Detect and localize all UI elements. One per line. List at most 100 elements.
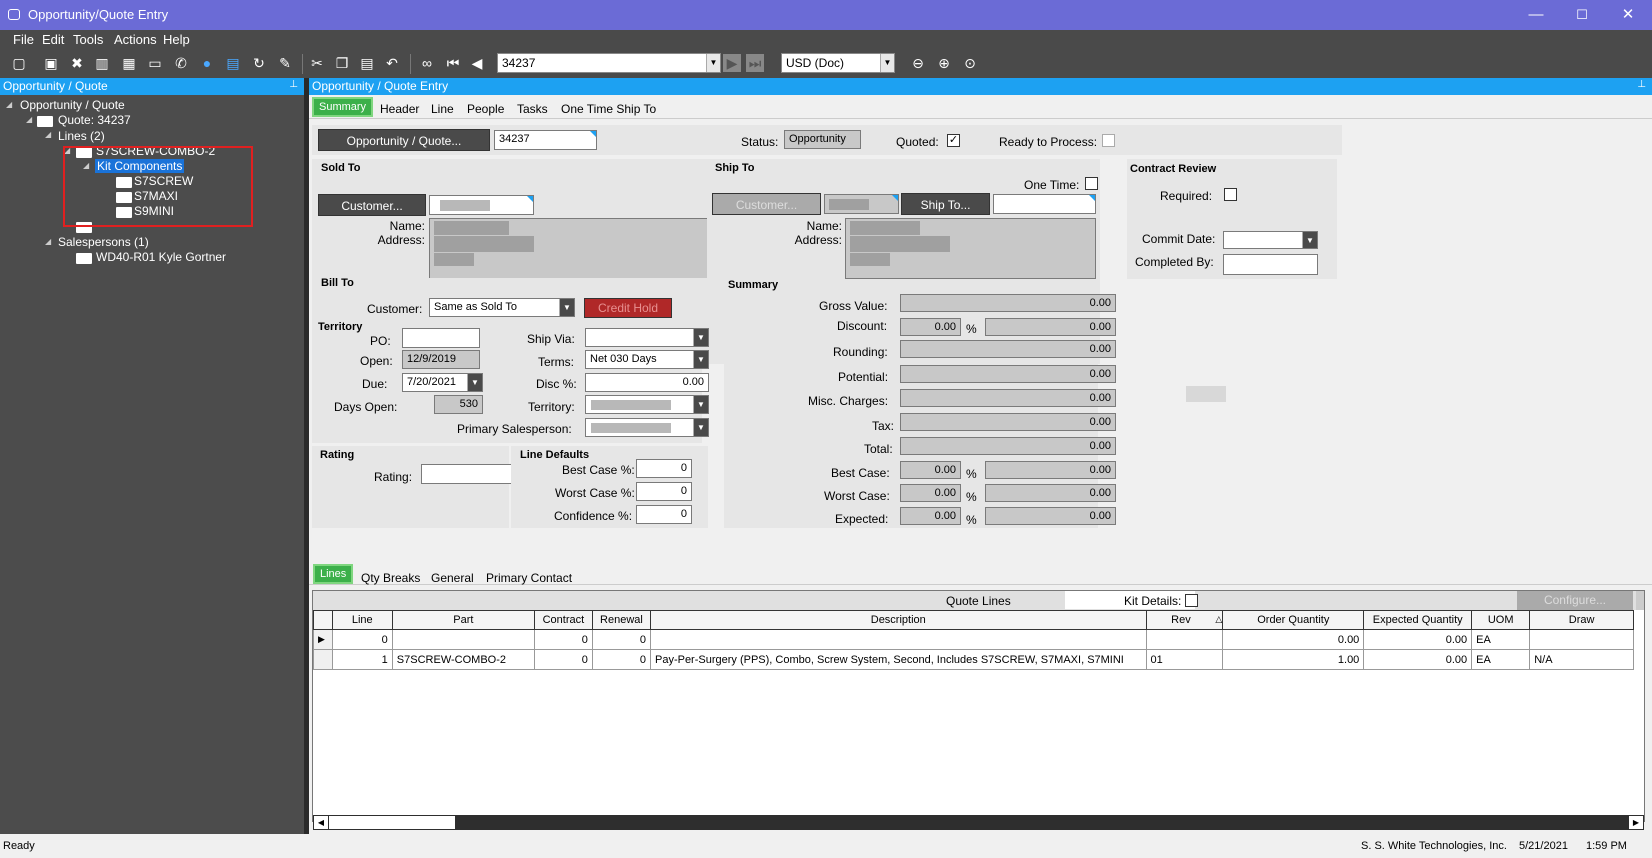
table-row[interactable]: 1 S7SCREW-COMBO-2 0 0 Pay-Per-Surgery (P…	[313, 649, 1634, 670]
row-selector[interactable]	[313, 649, 333, 670]
cell-line[interactable]: 1	[331, 649, 393, 670]
cell-order-quantity[interactable]: 1.00	[1222, 649, 1365, 670]
sold-to-customer-input[interactable]	[429, 195, 534, 215]
last-record-icon[interactable]: ⏭	[746, 54, 764, 72]
currency-select[interactable]: USD (Doc) ▼	[781, 53, 895, 73]
ship-to-id-input[interactable]	[993, 194, 1096, 214]
disc-input[interactable]: 0.00	[585, 373, 709, 392]
tab-summary[interactable]: Summary	[312, 97, 374, 117]
cell-description[interactable]	[649, 629, 1147, 650]
primary-salesperson-select[interactable]: ▼	[585, 418, 709, 437]
previous-record-icon[interactable]: ◀	[468, 54, 486, 72]
document-icon[interactable]: ▤	[224, 54, 242, 72]
credit-hold-button[interactable]: Credit Hold	[584, 298, 672, 318]
confidence-pct-input[interactable]: 0	[636, 505, 692, 524]
cell-part[interactable]	[391, 629, 535, 650]
cell-uom[interactable]: EA	[1471, 649, 1531, 670]
kit-details-checkbox[interactable]	[1185, 594, 1198, 607]
cell-uom[interactable]: EA	[1471, 629, 1531, 650]
grid-scroll-up[interactable]	[1636, 591, 1644, 610]
menu-tools[interactable]: Tools	[73, 32, 103, 47]
cell-line[interactable]: 0	[331, 629, 393, 650]
tab-header[interactable]: Header	[380, 102, 419, 116]
chevron-down-icon[interactable]: ▼	[1302, 232, 1317, 248]
note-icon[interactable]: ▭	[146, 54, 164, 72]
maximize-button[interactable]: ☐	[1559, 0, 1605, 30]
chevron-down-icon[interactable]: ▼	[706, 54, 720, 72]
cell-renewal[interactable]: 0	[591, 629, 651, 650]
best-case-pct-input[interactable]: 0	[636, 459, 692, 478]
save-icon[interactable]: ▣	[42, 54, 60, 72]
menu-help[interactable]: Help	[163, 32, 190, 47]
cell-draw[interactable]	[1529, 629, 1634, 650]
new-icon[interactable]: ▢	[10, 54, 28, 72]
chevron-down-icon[interactable]: ▼	[880, 54, 894, 72]
chevron-down-icon[interactable]: ▼	[693, 329, 708, 346]
close-button[interactable]: ✕	[1605, 0, 1651, 30]
expand-icon[interactable]: ◢	[45, 130, 51, 139]
clear-icon[interactable]: ✎	[276, 54, 294, 72]
cell-order-quantity[interactable]: 0.00	[1222, 629, 1365, 650]
quote-number-input[interactable]: 34237	[494, 130, 597, 150]
column-header-line[interactable]: Line	[331, 610, 393, 630]
ready-to-process-checkbox[interactable]	[1102, 134, 1115, 147]
minimize-button[interactable]: —	[1513, 0, 1559, 30]
paste-icon[interactable]: ▤	[358, 54, 376, 72]
back-icon[interactable]: ⊖	[909, 54, 927, 72]
opportunity-quote-button[interactable]: Opportunity / Quote...	[318, 129, 490, 151]
delete-icon[interactable]: ✖	[68, 54, 86, 72]
table-row[interactable]: ▶ 0 0 0 0.00 0.00 EA	[313, 629, 1634, 650]
tab-people[interactable]: People	[467, 102, 504, 116]
tree-node-salespersons[interactable]: Salespersons (1)	[58, 235, 149, 249]
scroll-left-icon[interactable]: ◀	[314, 816, 328, 829]
cell-expected-quantity[interactable]: 0.00	[1363, 629, 1473, 650]
tab-qty-breaks[interactable]: Qty Breaks	[361, 571, 420, 585]
sold-to-customer-button[interactable]: Customer...	[318, 194, 426, 216]
cell-contract[interactable]: 0	[533, 629, 593, 650]
tree-node-quote[interactable]: Quote: 34237	[58, 113, 131, 127]
po-input[interactable]	[402, 328, 480, 348]
home-icon[interactable]: ⊙	[961, 54, 979, 72]
column-header-rev[interactable]: Rev △	[1145, 610, 1224, 630]
book-icon[interactable]: ▥	[93, 54, 111, 72]
territory-select[interactable]: ▼	[585, 395, 709, 414]
menu-actions[interactable]: Actions	[114, 32, 157, 47]
ship-via-select[interactable]: ▼	[585, 328, 709, 347]
configure-button[interactable]: Configure...	[1517, 591, 1633, 610]
chevron-down-icon[interactable]: ▼	[693, 419, 708, 436]
tree-node-lines[interactable]: Lines (2)	[58, 129, 105, 143]
menu-edit[interactable]: Edit	[42, 32, 64, 47]
tab-line[interactable]: Line	[431, 102, 454, 116]
cut-icon[interactable]: ✂	[308, 54, 326, 72]
chevron-down-icon[interactable]: ▼	[467, 374, 482, 391]
quote-number-field[interactable]: 34237 ▼	[497, 53, 721, 73]
tree-node-salesperson[interactable]: WD40-R01 Kyle Gortner	[96, 250, 226, 264]
refresh-icon[interactable]: ↻	[250, 54, 268, 72]
horizontal-scrollbar[interactable]	[313, 815, 1644, 830]
scrollbar-thumb[interactable]	[329, 816, 455, 829]
grid-icon[interactable]: ▦	[120, 54, 138, 72]
first-record-icon[interactable]: ⏮	[444, 54, 462, 72]
cell-rev[interactable]: 01	[1145, 649, 1224, 670]
bill-to-customer-select[interactable]: Same as Sold To ▼	[429, 298, 575, 317]
scroll-right-icon[interactable]: ▶	[1629, 816, 1643, 829]
tab-general[interactable]: General	[431, 571, 474, 585]
forward-icon[interactable]: ⊕	[935, 54, 953, 72]
tab-lines[interactable]: Lines	[313, 564, 354, 584]
phone-icon[interactable]: ✆	[172, 54, 190, 72]
cell-part[interactable]: S7SCREW-COMBO-2	[391, 649, 535, 670]
chevron-down-icon[interactable]: ▼	[693, 351, 708, 368]
ship-to-customer-button[interactable]: Customer...	[712, 193, 821, 215]
undo-icon[interactable]: ↶	[383, 54, 401, 72]
cell-description[interactable]: Pay-Per-Surgery (PPS), Combo, Screw Syst…	[649, 649, 1147, 670]
commit-date-input[interactable]: ▼	[1223, 231, 1318, 249]
column-header-uom[interactable]: UOM	[1471, 610, 1531, 630]
column-header-contract[interactable]: Contract	[533, 610, 593, 630]
chevron-down-icon[interactable]: ▼	[559, 299, 574, 316]
column-header-order-quantity[interactable]: Order Quantity	[1222, 610, 1365, 630]
cell-rev[interactable]	[1145, 629, 1224, 650]
tab-primary-contact[interactable]: Primary Contact	[486, 571, 572, 585]
cell-contract[interactable]: 0	[533, 649, 593, 670]
tree-node-root[interactable]: Opportunity / Quote	[20, 98, 125, 112]
menu-file[interactable]: File	[13, 32, 34, 47]
